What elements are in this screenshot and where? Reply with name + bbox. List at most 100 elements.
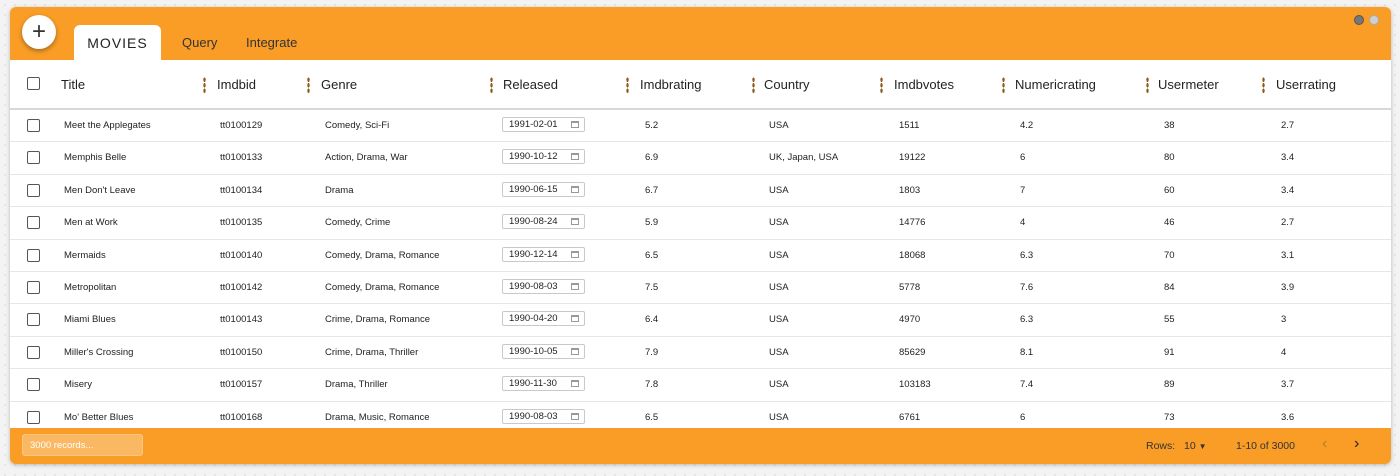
table-row[interactable]: Men at Work tt0100135 Comedy, Crime 1990-08… [10, 207, 1391, 240]
calendar-icon[interactable] [571, 218, 579, 226]
row-checkbox[interactable] [27, 248, 40, 262]
tab-integrate[interactable]: Integrate [246, 25, 297, 60]
released-date-input[interactable]: 1990-11-30 [502, 376, 585, 392]
table-row[interactable]: Mermaids tt0100140 Comedy, Drama, Romance 1… [10, 240, 1391, 272]
add-button[interactable]: + [22, 15, 56, 49]
dropdown-caret-icon: ▼ [1198, 442, 1207, 451]
status-dot-icon[interactable] [1369, 15, 1379, 25]
cell-title: Memphis Belle [64, 152, 127, 164]
released-date-input[interactable]: 1990-06-15 [502, 181, 585, 197]
column-menu-icon[interactable] [203, 77, 206, 93]
cell-usermeter: 80 [1164, 152, 1175, 164]
row-checkbox[interactable] [27, 183, 40, 197]
cell-country: USA [769, 120, 789, 131]
released-date-input[interactable]: 1990-10-12 [502, 149, 585, 165]
column-header-released[interactable]: Released [503, 60, 558, 108]
column-menu-icon[interactable] [626, 77, 629, 93]
row-checkbox[interactable] [27, 216, 40, 230]
row-checkbox[interactable] [27, 345, 40, 359]
table-row[interactable]: Memphis Belle tt0100133 Action, Drama, War… [10, 142, 1391, 175]
row-checkbox[interactable] [27, 119, 40, 132]
column-header-imdbrating[interactable]: Imdbrating [640, 60, 701, 108]
cell-usermeter: 84 [1164, 281, 1175, 293]
grid-header: Title Imdbid Genre Released Imdbrating Countr… [10, 60, 1391, 110]
column-header-imdbvotes[interactable]: Imdbvotes [894, 60, 954, 108]
column-menu-icon[interactable] [1262, 77, 1265, 93]
column-header-imdbid[interactable]: Imdbid [217, 60, 256, 108]
calendar-icon[interactable] [571, 185, 579, 193]
next-page-icon[interactable]: › [1354, 436, 1359, 452]
rows-per-page-select[interactable]: 10 ▼ [1184, 440, 1207, 452]
cell-imdbvotes: 19122 [899, 152, 926, 164]
cell-genre: Comedy, Crime [325, 217, 391, 229]
cell-numericrating: 7.4 [1020, 379, 1034, 391]
table-row[interactable]: Metropolitan tt0100142 Comedy, Drama, Roma… [10, 272, 1391, 305]
cell-numericrating: 7 [1020, 184, 1026, 196]
column-menu-icon[interactable] [1146, 77, 1149, 93]
cell-imdbrating: 6.9 [645, 152, 659, 164]
cell-imdbrating: 7.8 [645, 379, 659, 391]
table-row[interactable]: Misery tt0100157 Drama, Thriller 1990-11-30… [10, 369, 1391, 402]
calendar-icon[interactable] [571, 282, 579, 290]
column-header-genre[interactable]: Genre [321, 60, 357, 108]
column-header-country[interactable]: Country [764, 60, 810, 108]
column-menu-icon[interactable] [1002, 77, 1005, 93]
column-menu-icon[interactable] [752, 77, 755, 93]
calendar-icon[interactable] [571, 153, 579, 161]
calendar-icon[interactable] [571, 347, 579, 355]
tab-movies[interactable]: MOVIES [74, 25, 161, 60]
calendar-icon[interactable] [571, 121, 579, 128]
table-row[interactable]: Miller's Crossing tt0100150 Crime, Drama, … [10, 337, 1391, 370]
released-date-input[interactable]: 1990-12-14 [502, 246, 585, 262]
row-checkbox[interactable] [27, 410, 40, 424]
released-date-input[interactable]: 1991-02-01 [502, 117, 585, 132]
select-all-checkbox[interactable] [27, 77, 40, 90]
released-date-input[interactable]: 1990-10-05 [502, 343, 585, 359]
released-date-input[interactable]: 1990-04-20 [502, 311, 585, 327]
calendar-icon[interactable] [571, 380, 579, 388]
column-header-userrating[interactable]: Userrating [1276, 60, 1336, 108]
cell-title: Mermaids [64, 249, 106, 261]
tab-query[interactable]: Query [182, 25, 217, 60]
column-menu-icon[interactable] [307, 77, 310, 93]
cell-imdbrating: 6.4 [645, 314, 659, 326]
released-date-value: 1990-10-05 [509, 345, 558, 357]
column-menu-icon[interactable] [490, 77, 493, 93]
table-row[interactable]: Meet the Applegates tt0100129 Comedy, Sci-… [10, 110, 1391, 143]
rows-label: Rows: [1146, 440, 1176, 452]
cell-country: USA [769, 281, 789, 293]
released-date-input[interactable]: 1990-08-24 [502, 214, 585, 230]
row-checkbox[interactable] [27, 313, 40, 327]
row-checkbox[interactable] [27, 151, 40, 165]
cell-imdbid: tt0100142 [220, 281, 263, 293]
cell-imdbvotes: 14776 [899, 217, 926, 229]
row-checkbox[interactable] [27, 378, 40, 392]
cell-userrating: 3 [1281, 314, 1287, 326]
cell-imdbrating: 6.7 [645, 184, 659, 196]
records-search-input[interactable]: 3000 records... [22, 434, 143, 456]
released-date-input[interactable]: 1990-08-03 [502, 278, 585, 294]
cell-country: USA [769, 314, 789, 326]
column-menu-icon[interactable] [880, 77, 883, 93]
released-date-value: 1990-12-14 [509, 248, 558, 260]
row-checkbox[interactable] [27, 280, 40, 294]
column-header-usermeter[interactable]: Usermeter [1158, 60, 1219, 108]
released-date-value: 1990-10-12 [509, 151, 558, 163]
calendar-icon[interactable] [571, 412, 579, 420]
calendar-icon[interactable] [571, 315, 579, 323]
table-row[interactable]: Miami Blues tt0100143 Crime, Drama, Romanc… [10, 304, 1391, 337]
cell-usermeter: 70 [1164, 249, 1175, 261]
calendar-icon[interactable] [571, 250, 579, 258]
cell-country: USA [769, 184, 789, 196]
settings-icon[interactable] [1354, 15, 1364, 25]
column-header-numericrating[interactable]: Numericrating [1015, 60, 1096, 108]
table-row[interactable]: Men Don't Leave tt0100134 Drama 1990-06-15 6… [10, 175, 1391, 208]
prev-page-icon[interactable]: ‹ [1322, 436, 1327, 452]
released-date-input[interactable]: 1990-08-03 [502, 408, 585, 424]
cell-title: Meet the Applegates [64, 120, 151, 131]
column-header-title[interactable]: Title [61, 60, 85, 108]
cell-numericrating: 8.1 [1020, 346, 1034, 358]
cell-usermeter: 38 [1164, 120, 1175, 131]
released-date-value: 1990-11-30 [509, 378, 557, 390]
cell-numericrating: 7.6 [1020, 281, 1034, 293]
